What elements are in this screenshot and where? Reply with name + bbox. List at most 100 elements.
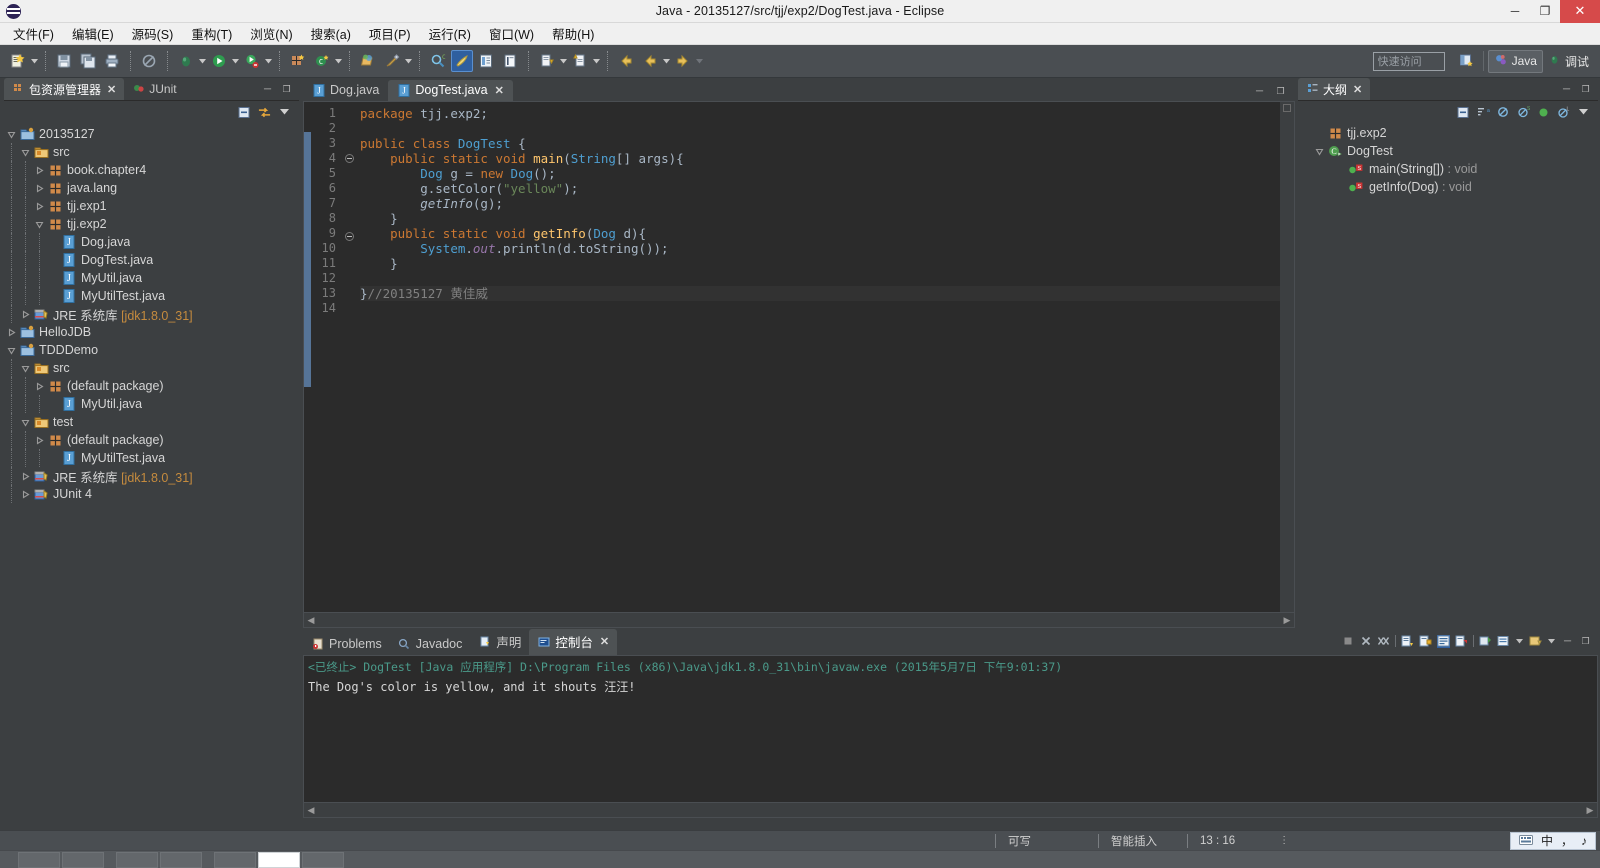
tab-outline[interactable]: 大纲 ✕ [1298,78,1371,100]
tree-item-default-package[interactable]: (default package) [4,377,299,395]
code-line[interactable]: Dog g = new Dog(); [360,166,1280,181]
tree-item-hellojdb[interactable]: HelloJDB [4,323,299,341]
new-wizard-icon[interactable] [7,50,29,72]
skip-breakpoints-icon[interactable] [138,50,160,72]
outline-item-getinfo-dog[interactable]: SgetInfo(Dog) : void [1298,178,1598,196]
fold-slot[interactable] [342,232,356,247]
tree-item-tjj-exp2[interactable]: tjj.exp2 [4,215,299,233]
tree-item-src[interactable]: src [4,359,299,377]
new-java-package-icon[interactable] [287,50,309,72]
tree-twisty-icon[interactable] [18,310,32,319]
tree-item-myutil-java[interactable]: J MyUtil.java [4,269,299,287]
pin-console-icon[interactable] [1455,635,1468,648]
menu-file[interactable]: 文件(F) [4,22,63,45]
external-tools-icon[interactable] [381,50,403,72]
fold-collapse-icon[interactable] [344,232,354,241]
tree-twisty-icon[interactable] [4,346,18,355]
menu-help[interactable]: 帮助(H) [543,22,603,45]
quick-access-input[interactable]: 快速访问 [1372,51,1445,71]
code-line[interactable]: } [360,256,1280,271]
show-whitespace-icon[interactable] [499,50,521,72]
new-java-type-dropdown-icon[interactable] [334,50,343,72]
tree-twisty-icon[interactable] [18,472,32,481]
menu-navigate[interactable]: 浏览(N) [241,22,301,45]
close-editor-tab-icon[interactable]: ✕ [495,84,504,97]
console-dropdown-icon[interactable] [1515,630,1524,652]
tab-declaration[interactable]: 声明 [470,629,529,655]
fold-slot[interactable] [342,307,356,322]
tree-item-book-chapter4[interactable]: book.chapter4 [4,161,299,179]
menu-source[interactable]: 源码(S) [123,22,183,45]
open-console-icon[interactable] [1497,635,1510,648]
console-menu-dropdown-icon[interactable] [1547,630,1556,652]
console-scroll-right-icon[interactable]: ▶ [1583,805,1597,816]
next-annotation-icon[interactable] [536,50,558,72]
fold-slot[interactable] [342,154,356,169]
tree-item-dog-java[interactable]: J Dog.java [4,233,299,251]
back-dropdown-icon[interactable] [662,50,671,72]
code-line[interactable]: public static void main(String[] args){ [360,151,1280,166]
ime-indicator[interactable]: 中 ， ♪ [1509,831,1596,850]
new-java-class-icon[interactable]: C [311,50,333,72]
editor-tab-dog-java[interactable]: J Dog.java [303,80,388,101]
close-console-icon[interactable]: ✕ [600,635,609,648]
code-line[interactable] [360,301,1280,316]
outline-item-tjj-exp2[interactable]: tjj.exp2 [1298,124,1598,142]
console-output-area[interactable]: <已终止> DogTest [Java 应用程序] D:\Program Fil… [303,655,1598,818]
fold-collapse-icon[interactable] [344,154,354,163]
tree-item-jre[interactable]: JRE 系统库 [jdk1.8.0_31] [4,305,299,323]
fold-slot[interactable] [342,292,356,307]
run-last-dropdown-icon[interactable] [264,50,273,72]
hide-nonpublic-icon[interactable] [1537,106,1550,119]
code-line[interactable]: getInfo(g); [360,196,1280,211]
editor-overview-ruler[interactable] [1280,102,1294,612]
maximize-editor-icon[interactable]: ❐ [1274,85,1287,98]
forward-icon[interactable] [672,50,694,72]
outline-twisty-icon[interactable] [1312,147,1326,156]
save-icon[interactable] [53,50,75,72]
maximize-outline-icon[interactable]: ❐ [1579,83,1592,96]
open-console-menu-icon[interactable] [1529,635,1542,648]
hide-fields-icon[interactable] [1497,106,1510,119]
hide-local-types-icon[interactable]: L [1557,106,1570,119]
new-wizard-dropdown-icon[interactable] [30,50,39,72]
toggle-blockselection-icon[interactable] [475,50,497,72]
ime-language[interactable]: 中 [1541,832,1553,849]
code-line[interactable]: System.out.println(d.toString()); [360,241,1280,256]
minimize-console-icon[interactable]: ─ [1561,635,1574,648]
tab-junit[interactable]: JUnit [124,78,184,100]
source-code-text[interactable]: package tjj.exp2; public class DogTest {… [356,102,1280,612]
remove-launch-icon[interactable] [1359,635,1372,648]
tree-item-myutil-java[interactable]: J MyUtil.java [4,395,299,413]
sort-icon[interactable]: az [1477,106,1490,119]
ime-extra[interactable]: ♪ [1581,834,1587,848]
minimize-editor-icon[interactable]: ─ [1253,85,1266,98]
menu-run[interactable]: 运行(R) [420,22,480,45]
editor-marker-bar[interactable] [304,102,312,612]
package-explorer-tree[interactable]: 20135127 src book.chapter4 java.lang tjj.exp… [4,123,299,818]
fold-slot[interactable] [342,136,356,151]
remove-all-terminated-icon[interactable] [1377,635,1390,648]
taskbar-item[interactable] [214,851,256,868]
fold-slot[interactable] [342,247,356,262]
tree-twisty-icon[interactable] [32,202,46,211]
tree-item-dogtest-java[interactable]: J DogTest.java [4,251,299,269]
editor-tab-dogtest-java[interactable]: J DogTest.java ✕ [388,80,513,101]
perspective-java-button[interactable]: Java [1487,49,1543,73]
code-line[interactable]: g.setColor("yellow"); [360,181,1280,196]
taskbar-item-active[interactable] [258,851,300,868]
previous-annotation-dropdown-icon[interactable] [592,50,601,72]
run-icon[interactable] [208,50,230,72]
tree-twisty-icon[interactable] [18,418,32,427]
outline-item-main-string[interactable]: Smain(String[]) : void [1298,160,1598,178]
menu-refactor[interactable]: 重构(T) [182,22,241,45]
tree-twisty-icon[interactable] [4,328,18,337]
menu-window[interactable]: 窗口(W) [480,22,543,45]
run-last-tool-icon[interactable] [241,50,263,72]
print-icon[interactable] [101,50,123,72]
toggle-markoccurrences-icon[interactable] [451,50,473,72]
tree-twisty-icon[interactable] [32,166,46,175]
tree-item-tjj-exp1[interactable]: tjj.exp1 [4,197,299,215]
fold-slot[interactable] [342,106,356,121]
outline-tree[interactable]: tjj.exp2 C DogTest Smain(String[]) : void Sg… [1298,124,1598,628]
